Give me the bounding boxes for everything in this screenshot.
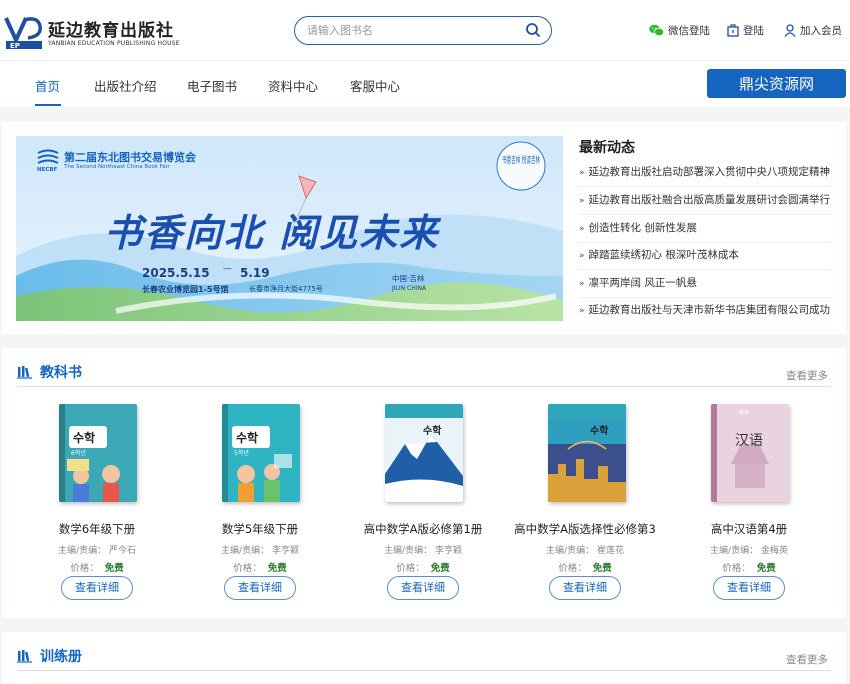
book-fair-icon — [37, 149, 59, 164]
math-cover-art — [548, 404, 626, 502]
fair-abbr: NECBF — [37, 167, 58, 173]
book-price: 价格： 免费 — [558, 563, 612, 574]
join-member-link[interactable]: 加入会员 — [784, 22, 842, 38]
news-section-title: 最新动态 — [579, 140, 635, 156]
logo-english-name: YANBIAN EDUCATION PUBLISHING HOUSE — [48, 40, 180, 47]
nav-ebooks[interactable]: 电子图书 — [187, 76, 237, 95]
book-cover[interactable]: 수학 5학년 — [222, 404, 300, 502]
textbooks-more-link[interactable]: 查看更多 — [786, 368, 828, 383]
book-editor: 主编/责编： 李亨颖 — [221, 546, 299, 556]
user-icon — [784, 23, 796, 37]
fair-date-start: 2025.5.15 — [142, 266, 210, 280]
logo-chinese-name: 延边教育出版社 — [48, 21, 174, 41]
nav-active-underline — [35, 104, 61, 106]
nav-about[interactable]: 出版社介绍 — [94, 76, 157, 95]
fair-english: The Second Northeast China Book Fair — [64, 164, 170, 170]
book-price: 价格： 免费 — [70, 563, 124, 574]
fair-logo — [37, 149, 59, 167]
view-details-button[interactable]: 查看详细 — [387, 576, 459, 600]
login-icon — [727, 23, 739, 37]
fair-date-end: 5.19 — [240, 266, 270, 280]
fair-name: 第二届东北图书交易博览会 — [64, 151, 196, 164]
book-fair-banner[interactable]: 书香吉林 悦读吉林 NECBF 第二届东北图书交易博览会 The Second … — [16, 136, 563, 321]
svg-text:EP: EP — [10, 42, 20, 50]
wechat-login-label: 微信登陆 — [668, 24, 710, 37]
book-title[interactable]: 数学5年级下册 — [185, 521, 335, 537]
book-title[interactable]: 高中数学A版必修第1册 — [348, 521, 498, 537]
book-cover[interactable]: 수학 6학년 — [59, 404, 137, 502]
textbooks-title: 教科书 — [40, 365, 82, 381]
books-icon — [17, 366, 32, 379]
logo-mark-icon: EP — [4, 17, 42, 50]
book-title[interactable]: 高中数学A版选择性必修第3 — [510, 521, 660, 537]
news-item[interactable]: » 踔踏蓝续绣初心 根深叶茂林成本 — [579, 242, 831, 270]
math-cover-art — [385, 404, 463, 502]
book-editor: 主编/责编： 李亨颖 — [384, 546, 462, 556]
search-input[interactable] — [307, 22, 507, 39]
nav-service[interactable]: 客服中心 — [350, 76, 400, 95]
view-details-button[interactable]: 查看详细 — [713, 576, 785, 600]
fair-date-sep: — — [223, 264, 232, 274]
view-details-button[interactable]: 查看详细 — [549, 576, 621, 600]
book-price: 价格： 免费 — [233, 563, 287, 574]
nav-resources[interactable]: 资料中心 — [268, 76, 318, 95]
workbooks-panel — [2, 632, 846, 684]
book-title[interactable]: 数学6年级下册 — [22, 521, 172, 537]
section-divider — [17, 670, 831, 671]
view-details-button[interactable]: 查看详细 — [224, 576, 296, 600]
location-cn: 中国·吉林 — [392, 274, 425, 283]
book-editor: 主编/责编： 崔莲花 — [546, 546, 624, 556]
books-icon — [17, 650, 32, 663]
book-title[interactable]: 高中汉语第4册 — [674, 521, 824, 537]
fair-venue: 长春农业博览园1-5号馆 — [142, 285, 229, 294]
nav-home[interactable]: 首页 — [35, 76, 60, 95]
workbooks-title: 训练册 — [40, 649, 82, 665]
section-divider — [17, 386, 831, 387]
view-details-button[interactable]: 查看详细 — [61, 576, 133, 600]
book-cover[interactable]: 高中 汉语 — [711, 404, 789, 502]
book-editor: 主编/责编： 严今石 — [58, 546, 136, 556]
publisher-logo[interactable]: EP 延边教育出版社 YANBIAN EDUCATION PUBLISHING … — [4, 14, 184, 52]
wechat-icon — [649, 24, 664, 36]
news-item[interactable]: » 延边教育出版社启动部署深入贯彻中央八项规定精神 — [579, 159, 831, 187]
book-cover[interactable]: 수학 — [548, 404, 626, 502]
fair-address: 长春市净月大街4775号 — [249, 285, 323, 293]
search-icon[interactable] — [525, 22, 541, 38]
dingjian-resource-button[interactable]: 鼎尖资源网 — [707, 69, 846, 98]
wechat-login-link[interactable]: 微信登陆 — [649, 22, 710, 38]
book-price: 价格： 免费 — [396, 563, 450, 574]
book-cover[interactable]: 수학 — [385, 404, 463, 502]
join-member-label: 加入会员 — [800, 24, 842, 37]
workbooks-more-link[interactable]: 查看更多 — [786, 652, 828, 667]
news-item[interactable]: » 延边教育出版社融合出版高质量发展研讨会圆满举行 — [579, 187, 831, 215]
top-header: EP 延边教育出版社 YANBIAN EDUCATION PUBLISHING … — [0, 0, 850, 60]
news-item[interactable]: » 凛平两岸阔 风正一帆悬 — [579, 270, 831, 298]
login-label: 登陆 — [743, 24, 764, 37]
search-box — [294, 16, 552, 45]
news-item[interactable]: » 创造性转化 创新性发展 — [579, 215, 831, 243]
login-link[interactable]: 登陆 — [727, 22, 764, 38]
banner-slogan: 书香向北 阅见未来 — [104, 210, 440, 255]
seal-stamp — [496, 141, 546, 191]
location-en: JILIN CHINA — [392, 285, 427, 292]
chinese-cover-art — [711, 404, 789, 502]
book-price: 价格： 免费 — [722, 563, 776, 574]
news-item[interactable]: » 延边教育出版社与天津市新华书店集团有限公司成功 — [579, 297, 831, 325]
svg-text:书香吉林 悦读吉林: 书香吉林 悦读吉林 — [502, 154, 540, 166]
book-editor: 主编/责编： 金梅英 — [710, 546, 788, 556]
